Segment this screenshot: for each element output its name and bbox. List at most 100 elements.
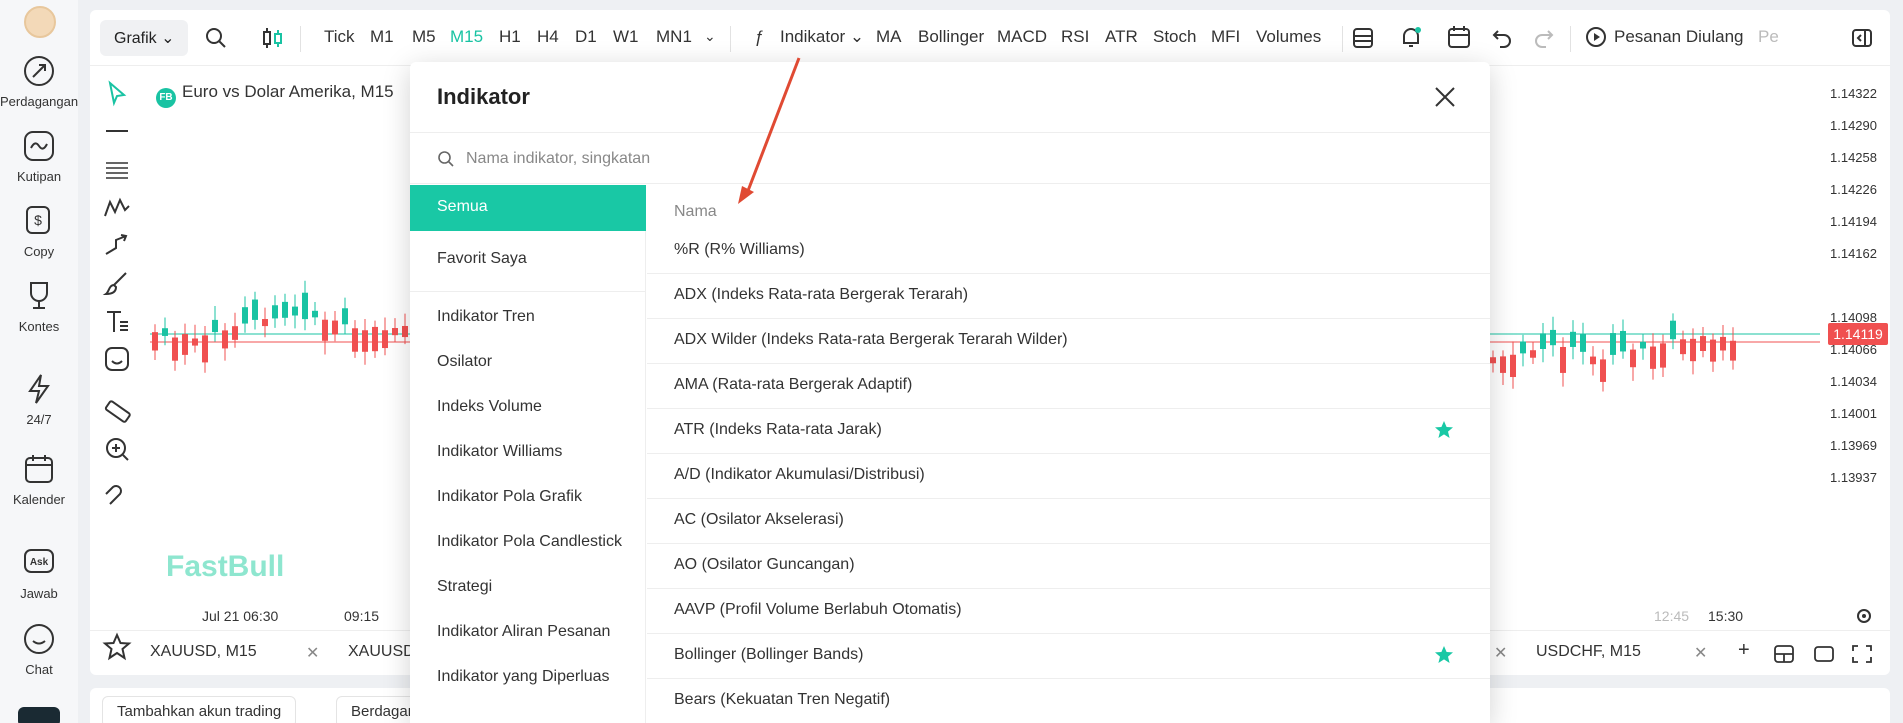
layout-grid-icon[interactable] xyxy=(1774,645,1794,663)
chevron-down-icon[interactable]: ⌄ xyxy=(704,28,716,45)
candle-body xyxy=(202,335,208,363)
indicator-row[interactable]: A/D (Indikator Akumulasi/Distribusi) xyxy=(647,454,1490,499)
candle-body xyxy=(392,328,398,336)
candle-body xyxy=(1700,336,1706,351)
home-icon[interactable] xyxy=(18,707,60,723)
sidebar-item-247[interactable]: 24/7 xyxy=(0,372,78,427)
modal-title: Indikator xyxy=(437,84,530,109)
indicator-ma[interactable]: MA xyxy=(876,27,902,47)
candle-body xyxy=(352,328,358,352)
indicator-row[interactable]: ADX (Indeks Rata-rata Bergerak Terarah) xyxy=(647,274,1490,319)
indicator-bollinger[interactable]: Bollinger xyxy=(918,27,984,47)
category-item[interactable]: Indikator Aliran Pesanan xyxy=(410,610,646,656)
symbol-tab-usdchf[interactable]: USDCHF, M15 xyxy=(1536,643,1641,661)
timeframe-m15[interactable]: M15 xyxy=(450,27,483,47)
sidebar-item-chat[interactable]: Chat xyxy=(0,622,78,677)
category-item[interactable]: Indikator Pola Grafik xyxy=(410,475,646,521)
indicator-row[interactable]: Bollinger (Bollinger Bands) xyxy=(647,634,1490,679)
indicator-row[interactable]: Bears (Kekuatan Tren Negatif) xyxy=(647,679,1490,723)
indikator-dropdown[interactable]: Indikator ⌄ xyxy=(780,27,864,47)
indicator-volumes[interactable]: Volumes xyxy=(1256,27,1321,47)
indicator-macd[interactable]: MACD xyxy=(997,27,1047,47)
timeframe-h4[interactable]: H4 xyxy=(537,27,559,47)
indicator-row[interactable]: ATR (Indeks Rata-rata Jarak) xyxy=(647,409,1490,454)
column-header-nama: Nama xyxy=(674,203,717,220)
indicator-name: ADX (Indeks Rata-rata Bergerak Terarah) xyxy=(674,286,969,303)
tab-label: Berdagan xyxy=(351,703,417,720)
grafik-dropdown[interactable]: Grafik ⌄ xyxy=(100,20,188,56)
collapse-panel-icon[interactable] xyxy=(1850,26,1874,50)
favorite-star-icon[interactable] xyxy=(1434,645,1454,665)
pe-button[interactable]: Pe xyxy=(1758,27,1779,47)
category-item[interactable]: Indikator Williams xyxy=(410,430,646,476)
single-layout-icon[interactable] xyxy=(1814,645,1834,663)
undo-icon[interactable] xyxy=(1490,25,1514,49)
indicator-name: AO (Osilator Guncangan) xyxy=(674,556,855,573)
indicator-row[interactable]: AMA (Rata-rata Bergerak Adaptif) xyxy=(647,364,1490,409)
indicator-mfi[interactable]: MFI xyxy=(1211,27,1240,47)
pesanan-diulang-button[interactable]: Pesanan Diulang xyxy=(1614,27,1743,47)
indicator-row[interactable]: %R (R% Williams) xyxy=(647,229,1490,274)
timeframe-h1[interactable]: H1 xyxy=(499,27,521,47)
close-icon[interactable]: ✕ xyxy=(1694,643,1707,663)
timeframe-w1[interactable]: W1 xyxy=(613,27,639,47)
fullscreen-icon[interactable] xyxy=(1852,645,1872,663)
symbol-tab-xauusd[interactable]: XAUUSD, M15 xyxy=(150,643,257,661)
calendar-sync-icon[interactable] xyxy=(1446,24,1472,50)
search-icon[interactable] xyxy=(204,26,228,50)
indikator-modal: Indikator Semua Favorit Saya Indikator Tre… xyxy=(410,62,1490,723)
category-item[interactable]: Indikator yang Diperluas xyxy=(410,655,646,701)
category-item[interactable]: Indikator Pola Candlestick xyxy=(410,520,646,566)
category-item[interactable]: Indikator Tren xyxy=(410,295,646,341)
category-item[interactable]: Osilator xyxy=(410,340,646,386)
indicator-row[interactable]: AO (Osilator Guncangan) xyxy=(647,544,1490,589)
category-item[interactable]: Indeks Volume xyxy=(410,385,646,431)
redo-icon[interactable] xyxy=(1532,25,1556,49)
sidebar-item-label: Kalender xyxy=(12,492,66,507)
candle-body xyxy=(1560,346,1566,373)
price-label: 1.14226 xyxy=(1830,182,1877,197)
category-item[interactable]: Strategi xyxy=(410,565,646,611)
sidebar-item-perdagangan[interactable]: Perdagangan xyxy=(0,54,78,109)
timeframe-tick[interactable]: Tick xyxy=(324,27,355,47)
category-item[interactable]: Semua xyxy=(410,185,646,231)
indicator-atr[interactable]: ATR xyxy=(1105,27,1138,47)
sidebar-item-kontes[interactable]: Kontes xyxy=(0,279,78,334)
fastbull-logo: FastBull xyxy=(166,550,285,583)
close-icon[interactable]: ✕ xyxy=(1494,643,1507,663)
price-label: 1.14001 xyxy=(1830,406,1877,421)
template-icon[interactable] xyxy=(1350,25,1376,51)
candle-body xyxy=(272,305,278,319)
replay-icon[interactable] xyxy=(1584,25,1608,49)
time-label: 09:15 xyxy=(344,608,380,624)
symbol-tab-xauusd-2[interactable]: XAUUSD xyxy=(348,643,415,661)
alert-bell-icon[interactable] xyxy=(1398,24,1424,50)
sidebar-item-jawab[interactable]: Ask Jawab xyxy=(0,546,78,601)
sidebar-item-kalender[interactable]: Kalender xyxy=(0,452,78,507)
sidebar-item-copy[interactable]: $ Copy xyxy=(0,204,78,259)
candlestick-type-icon[interactable] xyxy=(260,25,286,51)
indicator-rsi[interactable]: RSI xyxy=(1061,27,1089,47)
candle-body xyxy=(1540,333,1546,349)
timeframe-mn1[interactable]: MN1 xyxy=(656,27,692,47)
chart-toolbar: Grafik ⌄ Tick M1 M5 M15 H1 H4 D1 W1 MN1 … xyxy=(90,10,1890,66)
user-avatar[interactable] xyxy=(24,6,56,38)
chart-settings-gear-icon[interactable] xyxy=(1854,606,1874,626)
indicator-search-input[interactable] xyxy=(466,145,1366,173)
sidebar-item-kutipan[interactable]: Kutipan xyxy=(0,129,78,184)
indicator-row[interactable]: AAVP (Profil Volume Berlabuh Otomatis) xyxy=(647,589,1490,634)
close-icon[interactable] xyxy=(1432,84,1458,110)
close-icon[interactable]: ✕ xyxy=(306,643,319,663)
add-trading-account-tab[interactable]: Tambahkan akun trading xyxy=(102,696,297,723)
indicator-row[interactable]: ADX Wilder (Indeks Rata-rata Bergerak Te… xyxy=(647,319,1490,364)
sidebar-item-label: Perdagangan xyxy=(0,94,79,109)
add-tab-icon[interactable]: + xyxy=(1738,639,1750,662)
indicator-row[interactable]: AC (Osilator Akselerasi) xyxy=(647,499,1490,544)
trophy-icon xyxy=(30,282,48,309)
indicator-stoch[interactable]: Stoch xyxy=(1153,27,1196,47)
favorite-star-icon[interactable] xyxy=(1434,420,1454,440)
timeframe-d1[interactable]: D1 xyxy=(575,27,597,47)
timeframe-m1[interactable]: M1 xyxy=(370,27,394,47)
timeframe-m5[interactable]: M5 xyxy=(412,27,436,47)
category-item[interactable]: Favorit Saya xyxy=(410,237,646,283)
